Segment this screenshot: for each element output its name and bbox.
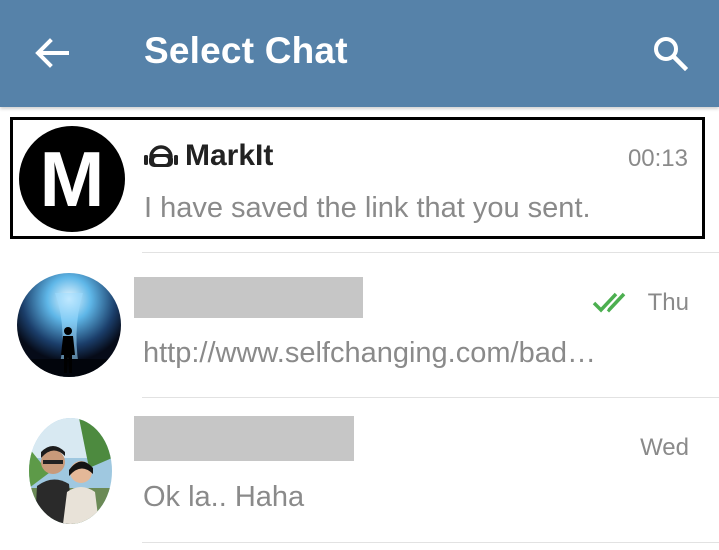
chat-item[interactable]: Wed Ok la.. Haha: [0, 398, 719, 538]
chat-last-message: http://www.selfchanging.com/bad…: [143, 337, 596, 369]
back-button[interactable]: [26, 30, 78, 76]
chat-item[interactable]: Thu http://www.selfchanging.com/bad…: [0, 253, 719, 393]
avatar: M: [19, 126, 125, 232]
search-button[interactable]: [642, 28, 698, 78]
bot-icon: [144, 145, 178, 167]
chat-time: Wed: [640, 434, 689, 461]
redacted-chat-name: [134, 416, 354, 461]
redacted-chat-name: [134, 277, 363, 318]
top-bar: Select Chat: [0, 0, 719, 107]
arrow-left-icon: [35, 38, 69, 68]
chat-name: MarkIt: [185, 139, 274, 172]
avatar-letter: M: [39, 135, 105, 223]
chat-last-message: I have saved the link that you sent.: [144, 192, 591, 224]
chat-time: Thu: [647, 289, 689, 316]
avatar: [17, 273, 121, 377]
avatar: [29, 418, 112, 524]
avatar-photo: [17, 273, 121, 377]
page-title: Select Chat: [144, 30, 348, 71]
chat-last-message: Ok la.. Haha: [143, 481, 305, 513]
divider: [142, 542, 719, 543]
chat-time: 00:13: [627, 145, 688, 172]
chat-item-markit[interactable]: M MarkIt 00:13 I have saved the link tha…: [10, 117, 705, 239]
search-icon: [654, 37, 688, 71]
avatar-photo: [29, 418, 112, 524]
double-check-icon: [592, 292, 626, 313]
